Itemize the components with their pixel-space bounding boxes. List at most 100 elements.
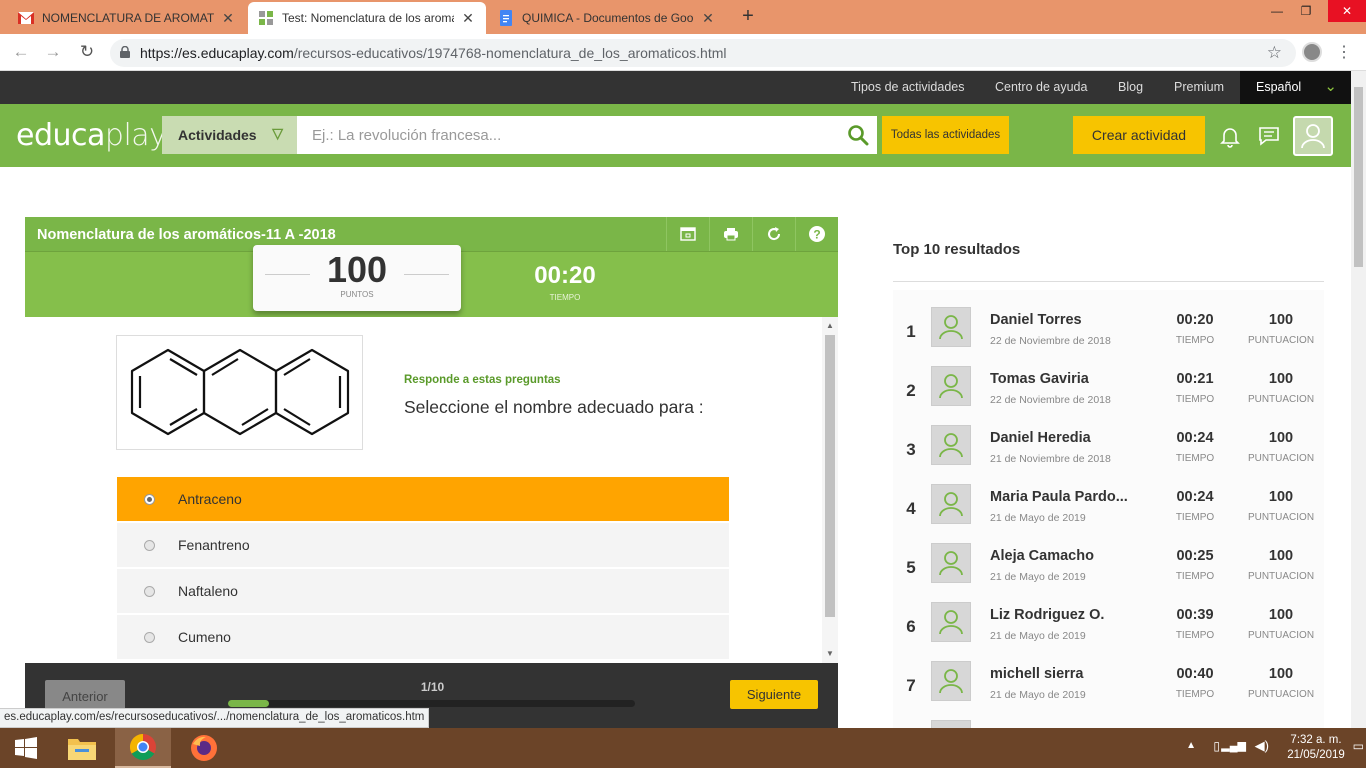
- back-icon[interactable]: ←: [10, 42, 32, 62]
- new-tab-button[interactable]: +: [737, 5, 759, 28]
- player-time: 00:39: [1176, 607, 1214, 623]
- question-scrollbar[interactable]: ▲ ▼: [822, 317, 838, 663]
- player-date: 21 de Mayo de 2019: [990, 630, 1086, 642]
- player-date: 22 de Noviembre de 2018: [990, 335, 1111, 347]
- avatar: [931, 484, 971, 524]
- restore-button[interactable]: ❐: [1291, 0, 1321, 22]
- next-button[interactable]: Siguiente: [730, 680, 818, 709]
- bell-icon[interactable]: [1218, 124, 1242, 148]
- scroll-down-icon[interactable]: ▼: [826, 649, 834, 658]
- answer-option[interactable]: Fenantreno: [117, 523, 729, 568]
- anthracene-structure: [130, 348, 350, 436]
- nav-blog[interactable]: Blog: [1118, 80, 1143, 94]
- close-icon[interactable]: ✕: [220, 10, 236, 27]
- network-icon[interactable]: ▂▄▆: [1221, 739, 1246, 752]
- lock-icon: [120, 45, 130, 61]
- game-toolbar: ?: [666, 217, 838, 251]
- user-icon: [1301, 124, 1325, 149]
- educaplay-logo[interactable]: educaplay: [16, 118, 167, 153]
- answer-label: Cumeno: [178, 629, 231, 645]
- scrollbar-thumb[interactable]: [1354, 87, 1363, 267]
- avatar: [931, 720, 971, 728]
- language-selector[interactable]: Español ⌄: [1240, 71, 1351, 104]
- help-icon[interactable]: ?: [795, 217, 838, 251]
- volume-icon[interactable]: ◀): [1255, 738, 1269, 754]
- chrome-icon[interactable]: [115, 728, 171, 768]
- scrollbar-thumb[interactable]: [825, 335, 835, 617]
- tab-title: Test: Nomenclatura de los aromá: [282, 11, 454, 25]
- player-score: 100: [1268, 312, 1294, 328]
- firefox-icon[interactable]: [178, 728, 230, 768]
- answer-option[interactable]: Antraceno: [117, 477, 729, 522]
- profile-icon[interactable]: [1302, 42, 1322, 62]
- time-label: TIEMPO: [1175, 689, 1215, 700]
- points-label: PUNTOS: [340, 290, 374, 299]
- restart-icon[interactable]: [752, 217, 795, 251]
- rank: 1: [906, 322, 916, 341]
- close-icon[interactable]: ✕: [460, 10, 476, 27]
- reload-icon[interactable]: ↻: [76, 42, 98, 62]
- chevron-down-icon: ⌄: [1324, 78, 1337, 95]
- player-name: Daniel Torres: [990, 312, 1082, 328]
- avatar: [931, 543, 971, 583]
- player-score: 100: [1268, 548, 1294, 564]
- search-input[interactable]: Ej.: La revolución francesa...: [297, 116, 877, 154]
- rank: 4: [906, 499, 916, 518]
- browser-tab-educaplay[interactable]: Test: Nomenclatura de los aromá ✕: [248, 2, 486, 34]
- page-scrollbar[interactable]: [1351, 71, 1366, 728]
- player-time: 00:24: [1176, 489, 1214, 505]
- address-bar[interactable]: https://es.educaplay.com/recursos-educat…: [110, 39, 1296, 67]
- player-time: 00:20: [1176, 312, 1214, 328]
- nav-premium[interactable]: Premium: [1174, 80, 1224, 94]
- window-close-button[interactable]: ✕: [1328, 0, 1366, 22]
- create-activity-button[interactable]: Crear actividad: [1073, 116, 1205, 154]
- notifications-icon[interactable]: ▭: [1353, 739, 1364, 753]
- fullscreen-icon[interactable]: [666, 217, 709, 251]
- score-label: PUNTUACION: [1247, 453, 1315, 464]
- user-avatar-button[interactable]: [1293, 116, 1333, 156]
- scroll-up-icon[interactable]: ▲: [826, 321, 834, 330]
- device-icon[interactable]: ▯: [1213, 739, 1220, 753]
- answer-option[interactable]: Naftaleno: [117, 569, 729, 614]
- google-docs-icon: [498, 10, 514, 26]
- nav-activity-types[interactable]: Tipos de actividades: [851, 80, 965, 94]
- site-header: educaplay Actividades ▽ Ej.: La revoluci…: [0, 104, 1351, 167]
- all-activities-button[interactable]: Todas las actividades: [882, 116, 1009, 154]
- chevron-up-icon[interactable]: ▲: [1186, 740, 1196, 751]
- file-explorer-icon[interactable]: [56, 728, 108, 768]
- avatar: [931, 307, 971, 347]
- menu-dots-icon[interactable]: ⋮: [1336, 42, 1352, 62]
- browser-tab-docs[interactable]: QUIMICA - Documentos de Goo ✕: [488, 2, 726, 34]
- nav-help-center[interactable]: Centro de ayuda: [995, 80, 1087, 94]
- player-date: 22 de Noviembre de 2018: [990, 394, 1111, 406]
- radio-button[interactable]: [144, 631, 155, 643]
- radio-button[interactable]: [144, 493, 155, 505]
- leaderboard-row: 2 Tomas Gaviria 22 de Noviembre de 2018 00:…: [893, 365, 1324, 424]
- user-icon: [939, 492, 963, 517]
- activities-dropdown[interactable]: Actividades ▽: [162, 116, 297, 154]
- answer-option[interactable]: Cumeno: [117, 615, 729, 660]
- search-icon[interactable]: [847, 124, 869, 146]
- user-icon: [939, 433, 963, 458]
- radio-button[interactable]: [144, 585, 155, 597]
- player-score: 100: [1268, 371, 1294, 387]
- print-icon[interactable]: [709, 217, 752, 251]
- bookmark-star-icon[interactable]: ☆: [1267, 43, 1282, 63]
- points-card: 100 PUNTOS: [253, 245, 461, 311]
- question-text: Seleccione el nombre adecuado para :: [404, 397, 704, 417]
- messages-icon[interactable]: [1257, 124, 1281, 148]
- windows-start-icon[interactable]: [0, 728, 52, 768]
- user-icon: [939, 315, 963, 340]
- clock[interactable]: 7:32 a. m. 21/05/2019: [1284, 733, 1348, 763]
- forward-icon[interactable]: →: [42, 42, 64, 62]
- radio-button[interactable]: [144, 539, 155, 551]
- minimize-button[interactable]: —: [1262, 0, 1292, 22]
- close-icon[interactable]: ✕: [700, 10, 716, 27]
- leaderboard-row: 3 Daniel Heredia 21 de Noviembre de 2018 00…: [893, 424, 1324, 483]
- player-name: Aleja Camacho: [990, 548, 1094, 564]
- answer-label: Naftaleno: [178, 583, 238, 599]
- time-value: 00:20: [534, 262, 596, 289]
- browser-tab-gmail[interactable]: NOMENCLATURA DE AROMATIC ✕: [8, 2, 246, 34]
- user-icon: [939, 374, 963, 399]
- user-icon: [939, 669, 963, 694]
